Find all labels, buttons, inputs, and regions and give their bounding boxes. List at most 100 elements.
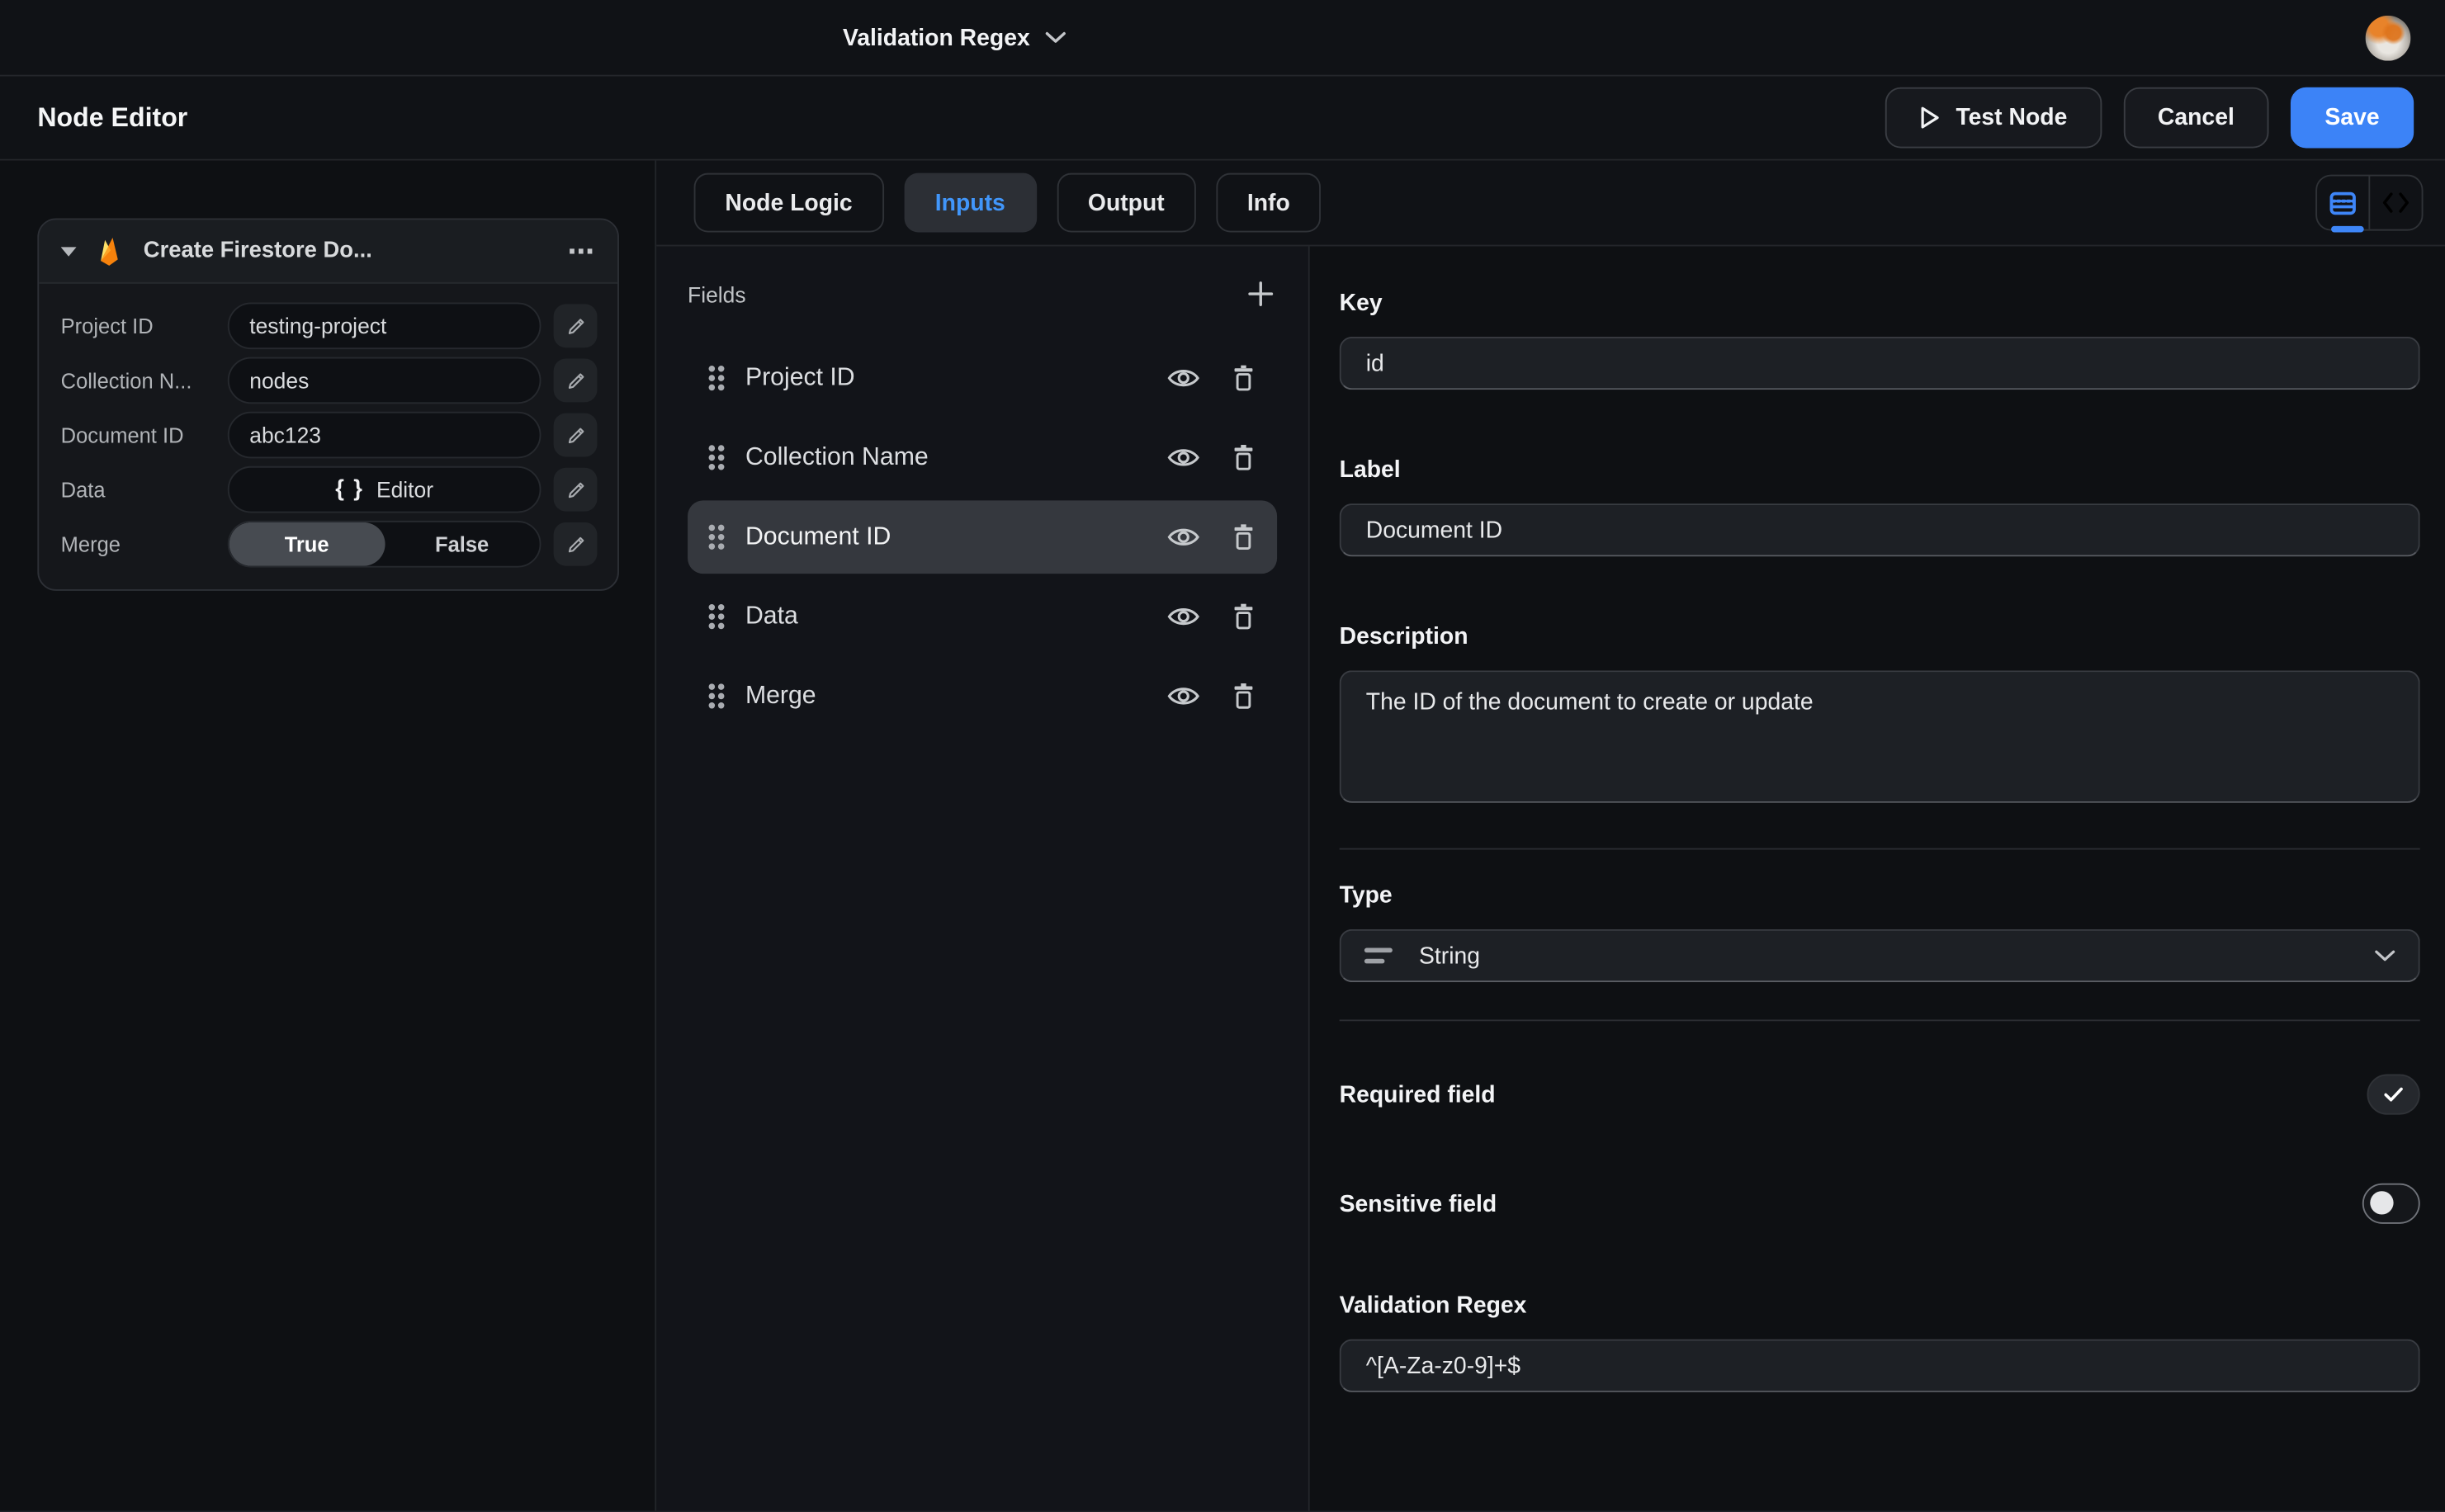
pencil-icon — [565, 371, 586, 391]
form-view-button[interactable] — [2317, 176, 2370, 229]
field-row-project-id[interactable]: Project ID — [688, 342, 1277, 415]
drag-handle-icon[interactable] — [708, 444, 726, 470]
description-input[interactable]: The ID of the document to create or upda… — [1340, 670, 2420, 803]
add-field-button[interactable] — [1247, 281, 1274, 307]
param-row: Collection N... nodes — [61, 357, 598, 404]
edit-button[interactable] — [554, 304, 598, 347]
delete-field-button[interactable] — [1230, 602, 1256, 631]
param-value-collection-name[interactable]: nodes — [228, 357, 541, 404]
trash-icon — [1230, 522, 1256, 552]
fields-title: Fields — [688, 281, 746, 306]
chevron-down-icon — [1046, 31, 1066, 44]
visibility-button[interactable] — [1166, 683, 1201, 709]
code-view-icon — [2382, 191, 2409, 213]
label-label: Label — [1340, 456, 2420, 483]
visibility-button[interactable] — [1166, 444, 1201, 470]
chevron-down-icon — [2375, 949, 2395, 962]
save-button[interactable]: Save — [2291, 87, 2414, 149]
visibility-button[interactable] — [1166, 365, 1201, 391]
param-label: Collection N... — [61, 369, 228, 392]
label-input[interactable] — [1340, 503, 2420, 556]
trash-icon — [1230, 442, 1256, 472]
visibility-button[interactable] — [1166, 603, 1201, 630]
top-nav: Validation Regex — [0, 0, 2445, 77]
editor-header: Node Editor Test Node Cancel Save — [0, 77, 2445, 161]
param-row: Data { } Editor — [61, 466, 598, 513]
node-canvas: Create Firestore Do... ⋯ Project ID test… — [0, 161, 656, 1511]
app-window: Validation Regex Node Editor Test Node C… — [0, 0, 2445, 1512]
key-input[interactable] — [1340, 337, 2420, 390]
form-view-icon — [2329, 191, 2356, 214]
type-select[interactable]: String — [1340, 929, 2420, 982]
description-label: Description — [1340, 624, 2420, 650]
data-editor-button[interactable]: { } Editor — [228, 466, 541, 513]
pencil-icon — [565, 425, 586, 446]
eye-icon — [1166, 603, 1201, 630]
merge-false-option[interactable]: False — [385, 522, 540, 566]
collapse-caret-icon[interactable] — [61, 246, 77, 257]
type-label: Type — [1340, 882, 2420, 909]
section-divider — [1340, 1019, 2420, 1021]
trash-icon — [1230, 602, 1256, 631]
tab-info[interactable]: Info — [1216, 173, 1322, 233]
view-mode-toggle — [2315, 175, 2423, 231]
param-value-project-id[interactable]: testing-project — [228, 302, 541, 349]
eye-icon — [1166, 444, 1201, 470]
workflow-title: Validation Regex — [843, 24, 1030, 50]
delete-field-button[interactable] — [1230, 681, 1256, 711]
page-title: Node Editor — [37, 102, 187, 134]
section-divider — [1340, 848, 2420, 850]
test-node-button[interactable]: Test Node — [1885, 87, 2101, 149]
field-row-collection-name[interactable]: Collection Name — [688, 421, 1277, 494]
merge-toggle: True False — [228, 521, 541, 568]
validation-regex-input[interactable] — [1340, 1340, 2420, 1392]
plus-icon — [1247, 281, 1274, 307]
edit-button[interactable] — [554, 358, 598, 402]
tab-node-logic[interactable]: Node Logic — [694, 173, 884, 233]
code-view-button[interactable] — [2370, 176, 2421, 229]
drag-handle-icon[interactable] — [708, 683, 726, 709]
tab-inputs[interactable]: Inputs — [904, 173, 1037, 233]
delete-field-button[interactable] — [1230, 522, 1256, 552]
pencil-icon — [565, 534, 586, 555]
merge-true-option[interactable]: True — [229, 522, 385, 566]
field-row-data[interactable]: Data — [688, 580, 1277, 654]
edit-button[interactable] — [554, 468, 598, 512]
node-card-body: Project ID testing-project Collection N.… — [39, 284, 617, 589]
node-title: Create Firestore Do... — [144, 239, 549, 263]
string-type-icon — [1364, 948, 1393, 964]
pencil-icon — [565, 316, 586, 337]
param-value-document-id[interactable]: abc123 — [228, 412, 541, 459]
drag-handle-icon[interactable] — [708, 603, 726, 630]
node-card-header: Create Firestore Do... ⋯ — [39, 220, 617, 283]
node-card[interactable]: Create Firestore Do... ⋯ Project ID test… — [37, 218, 619, 590]
field-row-document-id[interactable]: Document ID — [688, 500, 1277, 574]
param-row: Document ID abc123 — [61, 412, 598, 459]
param-row: Project ID testing-project — [61, 302, 598, 349]
delete-field-button[interactable] — [1230, 442, 1256, 472]
sensitive-toggle[interactable] — [2362, 1184, 2420, 1224]
delete-field-button[interactable] — [1230, 363, 1256, 393]
visibility-button[interactable] — [1166, 524, 1201, 550]
validation-regex-label: Validation Regex — [1340, 1292, 2420, 1319]
drag-handle-icon[interactable] — [708, 524, 726, 550]
header-actions: Test Node Cancel Save — [1885, 87, 2414, 149]
param-label: Merge — [61, 532, 228, 555]
edit-button[interactable] — [554, 522, 598, 566]
workflow-selector[interactable]: Validation Regex — [843, 0, 1066, 75]
check-icon — [2384, 1087, 2403, 1103]
field-row-merge[interactable]: Merge — [688, 659, 1277, 733]
node-menu-button[interactable]: ⋯ — [568, 238, 596, 264]
tab-output[interactable]: Output — [1057, 173, 1195, 233]
fields-panel: Fields Project ID Collection Name — [656, 246, 1309, 1510]
cancel-button[interactable]: Cancel — [2123, 87, 2268, 149]
required-field-label: Required field — [1340, 1081, 1496, 1108]
trash-icon — [1230, 363, 1256, 393]
trash-icon — [1230, 681, 1256, 711]
param-label: Document ID — [61, 423, 228, 447]
avatar[interactable] — [2366, 16, 2411, 61]
required-checkbox[interactable] — [2367, 1075, 2420, 1115]
drag-handle-icon[interactable] — [708, 365, 726, 391]
edit-button[interactable] — [554, 413, 598, 457]
param-label: Project ID — [61, 314, 228, 338]
